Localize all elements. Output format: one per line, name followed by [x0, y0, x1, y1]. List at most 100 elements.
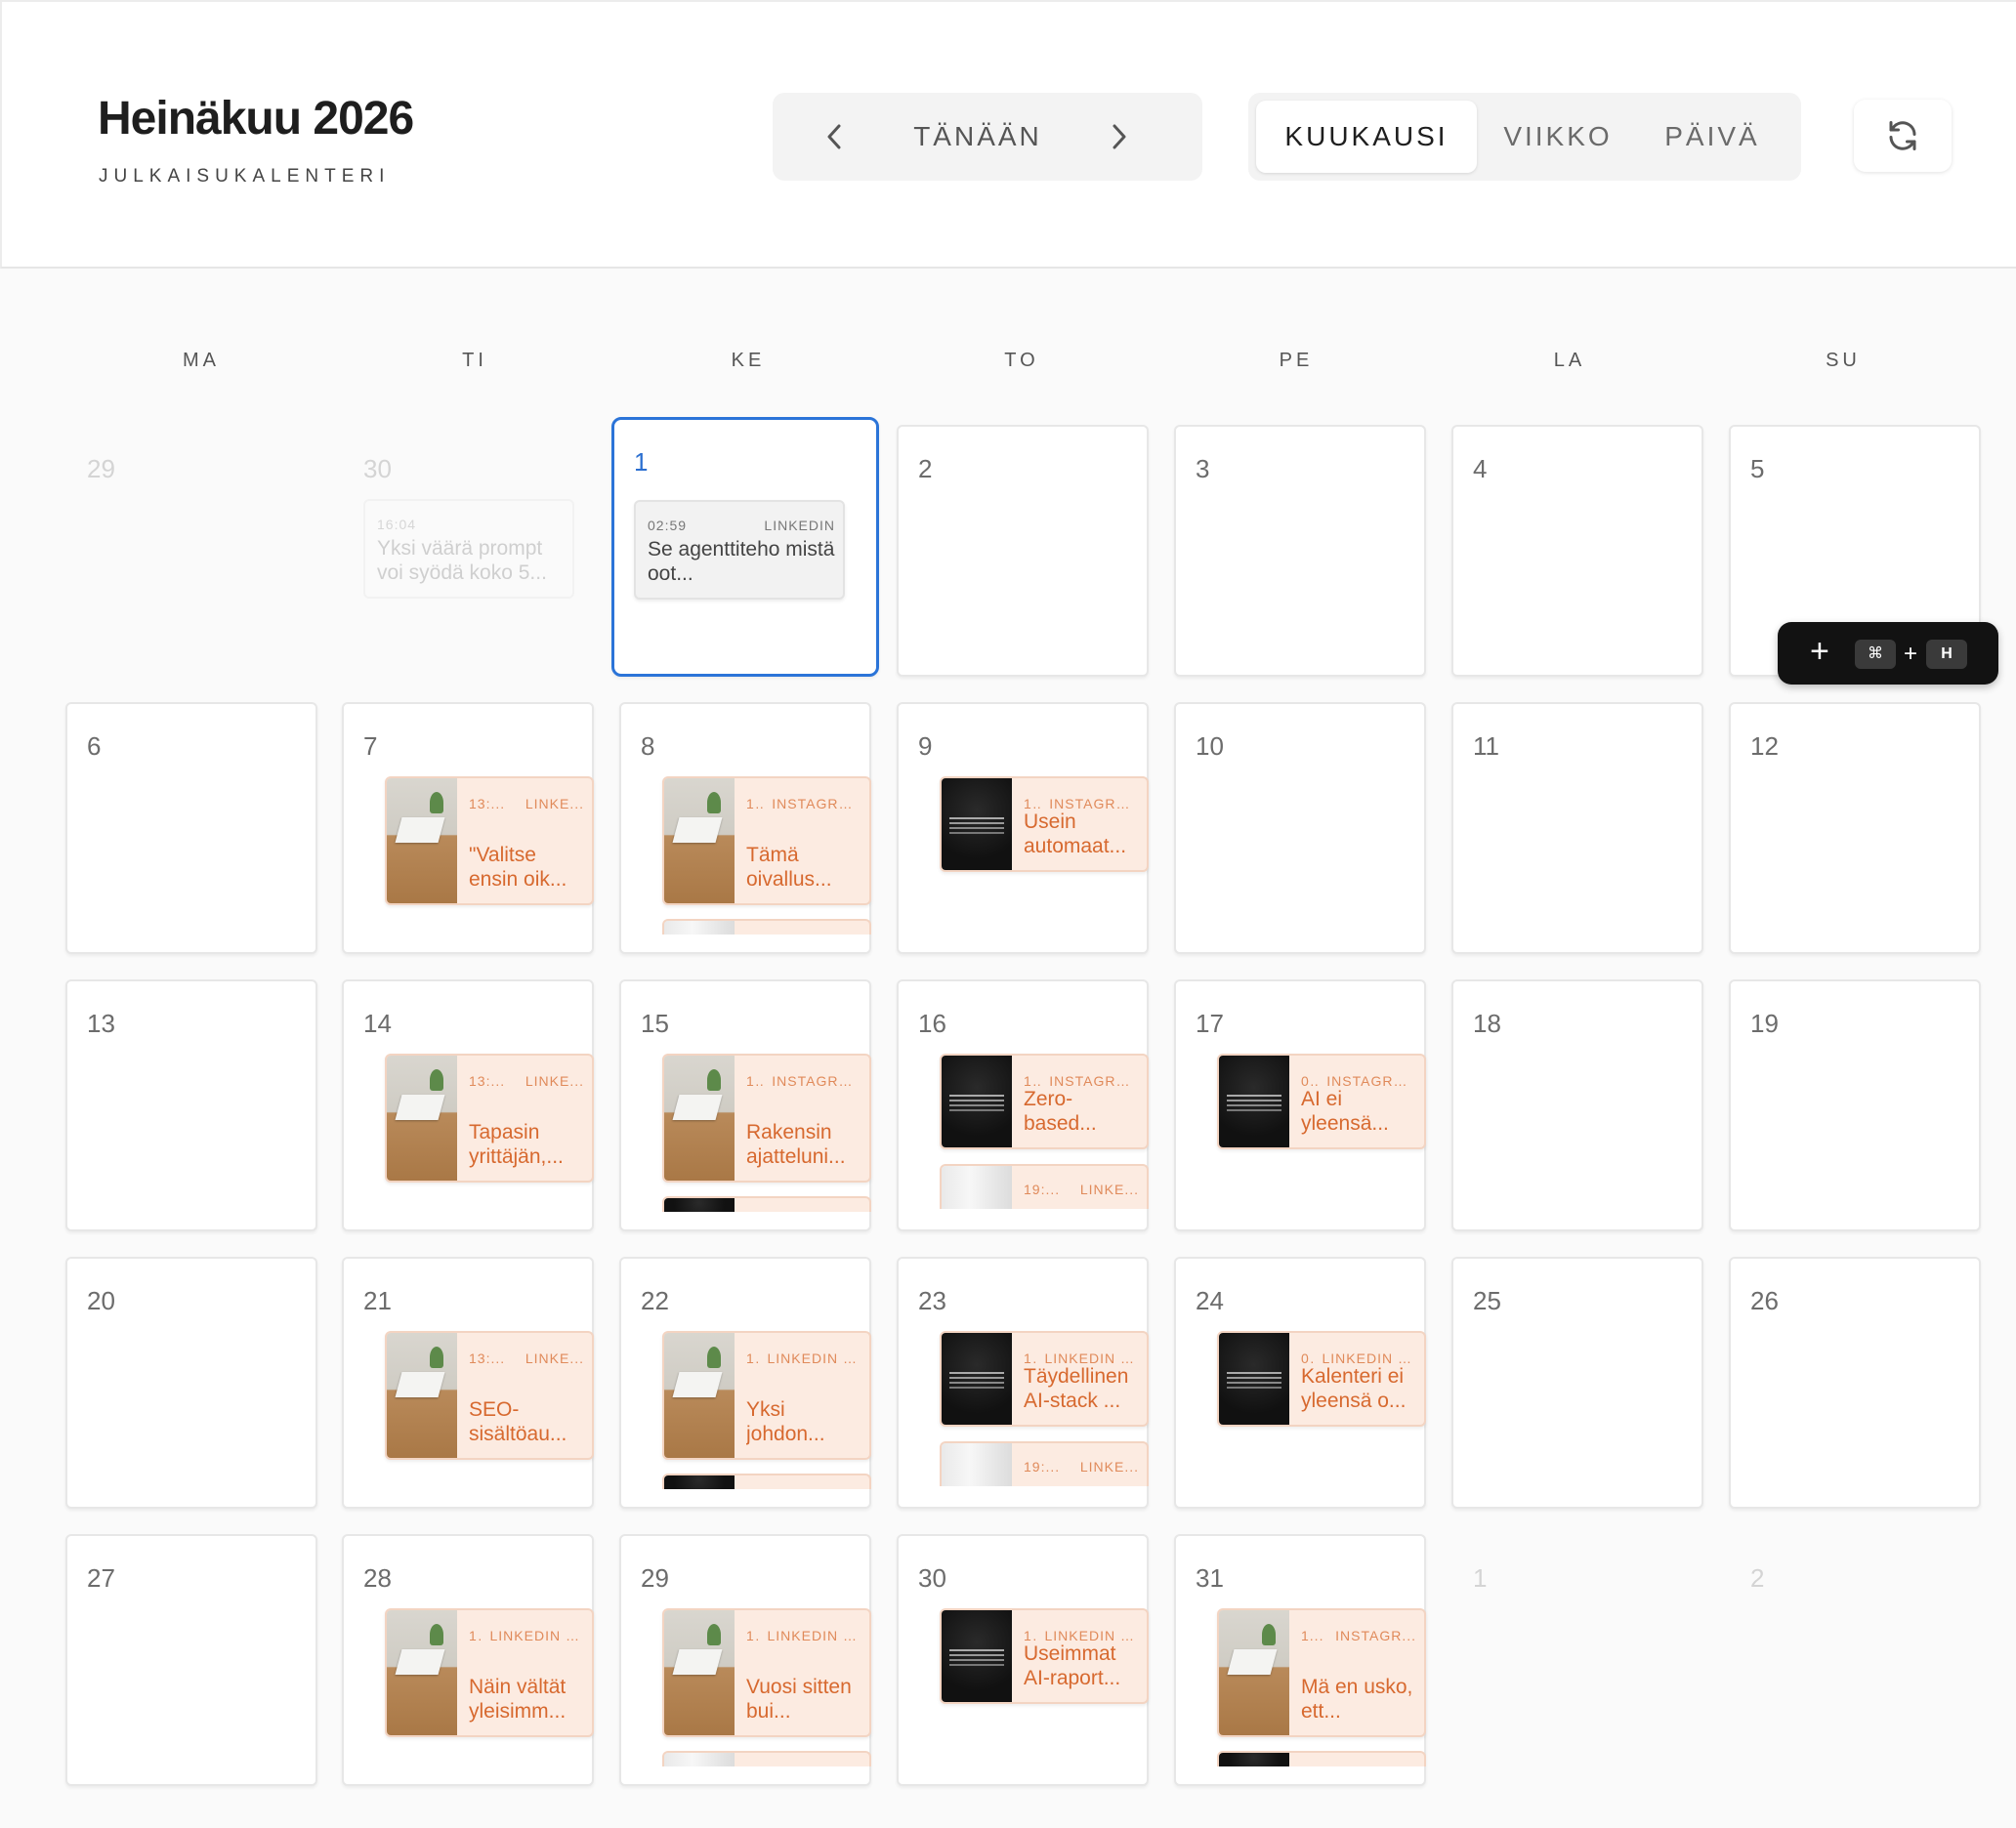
- day-number: 19: [1750, 1009, 1779, 1038]
- calendar-day-cell[interactable]: 31 1... INSTAGR... Mä en usko, ett...: [1174, 1534, 1426, 1786]
- post-event-card[interactable]: 1.. INSTAGRA... Zero-based...: [940, 1054, 1149, 1149]
- calendar-day-cell[interactable]: 2: [897, 425, 1149, 677]
- calendar-day-cell[interactable]: 8 1.. INSTAGRA... Tämä oivallus...: [619, 702, 871, 954]
- calendar-day-cell[interactable]: 12: [1729, 702, 1981, 954]
- calendar-day-cell[interactable]: 9 1.. INSTAGRA... Usein automaat...: [897, 702, 1149, 954]
- calendar-day-cell[interactable]: 27: [65, 1534, 317, 1786]
- day-number: 5: [1750, 454, 1765, 483]
- post-meta: 16:04: [377, 517, 565, 532]
- post-network: INSTAGRA...: [772, 1073, 861, 1089]
- weekday-label: TI: [462, 350, 487, 371]
- calendar-day-cell[interactable]: 16 1.. INSTAGRA... Zero-based... 19:... LINKE…: [897, 979, 1149, 1231]
- post-event-card[interactable]: 16:04 Yksi väärä prompt voi syödä koko 5.…: [363, 499, 574, 599]
- post-event-card[interactable]: 1. LINKEDIN -... Täydellinen AI-stack ...: [940, 1331, 1149, 1427]
- post-title: Kalenteri ei yleensä o...: [1301, 1365, 1407, 1412]
- calendar-day-cell[interactable]: 14 13:... LINKE... Tapasin yrittäjän,...: [342, 979, 594, 1231]
- post-meta: 1. LINKEDIN -...: [746, 1350, 861, 1366]
- calendar-day-cell[interactable]: 4: [1451, 425, 1703, 677]
- post-event-card[interactable]: 02:59 LINKEDIN Se agenttiteho mistä oot...: [634, 500, 845, 600]
- post-time: 13:...: [469, 1350, 506, 1366]
- add-post-shortcut-button[interactable]: + ⌘ + H: [1778, 622, 1998, 685]
- post-network: LINKE...: [525, 796, 584, 811]
- post-meta: 19:... LINKE...: [1024, 1459, 1139, 1475]
- calendar-day-cell[interactable]: 11: [1451, 702, 1703, 954]
- calendar-day-cell[interactable]: 25: [1451, 1257, 1703, 1509]
- post-title: Rakensin ajatteluni...: [746, 1121, 846, 1168]
- post-event-card[interactable]: 1. LINKEDIN -... Vuosi sitten bui...: [662, 1608, 871, 1737]
- post-event-card[interactable]: 1. LINKEDIN -... Useimmat AI-raport...: [940, 1608, 1149, 1704]
- post-event-card[interactable]: [1217, 1751, 1426, 1766]
- tab-day[interactable]: PÄIVÄ: [1639, 101, 1785, 173]
- calendar-day-cell[interactable]: 13: [65, 979, 317, 1231]
- calendar-day-cell[interactable]: 2: [1729, 1534, 1981, 1786]
- calendar-day-cell[interactable]: 10: [1174, 702, 1426, 954]
- post-event-card[interactable]: 13:... LINKE... Tapasin yrittäjän,...: [385, 1054, 594, 1183]
- post-event-card[interactable]: [662, 1474, 871, 1489]
- day-number: 10: [1196, 731, 1224, 761]
- post-thumbnail: [942, 1443, 1012, 1486]
- calendar-day-cell[interactable]: 15 1.. INSTAGRA... Rakensin ajatteluni...: [619, 979, 871, 1231]
- calendar-day-cell[interactable]: 30 16:04 Yksi väärä prompt voi syödä koko …: [342, 425, 594, 677]
- calendar-day-cell[interactable]: 24 0. LINKEDIN -... Kalenteri ei yleensä o.…: [1174, 1257, 1426, 1509]
- previous-month-button[interactable]: [812, 93, 857, 181]
- post-title: Tapasin yrittäjän,...: [469, 1121, 564, 1168]
- next-month-button[interactable]: [1097, 93, 1142, 181]
- calendar-day-cell[interactable]: 19: [1729, 979, 1981, 1231]
- post-meta: 13:... LINKE...: [469, 1350, 584, 1366]
- calendar-day-cell[interactable]: 28 1. LINKEDIN -... Näin vältät yleisimm...: [342, 1534, 594, 1786]
- refresh-button[interactable]: [1854, 100, 1952, 172]
- post-event-card[interactable]: 19:... LINKE...: [940, 1441, 1149, 1486]
- post-event-card[interactable]: 1. LINKEDIN -... Näin vältät yleisimm...: [385, 1608, 594, 1737]
- post-meta: 02:59 LINKEDIN: [648, 518, 835, 533]
- post-event-card[interactable]: 19:... LINKE...: [940, 1164, 1149, 1209]
- calendar-day-cell[interactable]: 20: [65, 1257, 317, 1509]
- post-event-card[interactable]: 1.. INSTAGRA... Rakensin ajatteluni...: [662, 1054, 871, 1183]
- post-event-card[interactable]: [662, 1196, 871, 1212]
- post-network: LINKE...: [525, 1350, 584, 1366]
- post-event-card[interactable]: 1.. INSTAGRA... Tämä oivallus...: [662, 776, 871, 905]
- post-event-card[interactable]: 13:... LINKE... "Valitse ensin oik...: [385, 776, 594, 905]
- day-number: 8: [641, 731, 655, 761]
- calendar-day-cell-today[interactable]: 1 02:59 LINKEDIN Se agenttiteho mistä oot..…: [611, 417, 879, 677]
- post-time: 1..: [746, 796, 765, 811]
- calendar-app: Heinäkuu 2026 JULKAISUKALENTERI TÄNÄÄN K…: [0, 0, 2016, 1828]
- day-number: 30: [918, 1563, 946, 1593]
- calendar-day-cell[interactable]: 22 1. LINKEDIN -... Yksi johdon...: [619, 1257, 871, 1509]
- post-title: SEO-sisältöau...: [469, 1398, 567, 1445]
- post-time: 1.: [746, 1628, 760, 1643]
- post-title: Zero-based...: [1024, 1088, 1097, 1135]
- post-time: 1.: [746, 1350, 760, 1366]
- view-switcher: KUUKAUSI VIIKKO PÄIVÄ: [1248, 93, 1801, 181]
- post-time: 1..: [746, 1073, 765, 1089]
- calendar-day-cell[interactable]: 29: [65, 425, 317, 677]
- calendar-day-cell[interactable]: 29 1. LINKEDIN -... Vuosi sitten bui...: [619, 1534, 871, 1786]
- post-thumbnail: [387, 778, 457, 903]
- post-title: AI ei yleensä...: [1301, 1088, 1389, 1135]
- post-event-card[interactable]: 13:... LINKE... SEO-sisältöau...: [385, 1331, 594, 1460]
- post-thumbnail: [664, 1475, 735, 1489]
- tab-month[interactable]: KUUKAUSI: [1256, 101, 1477, 173]
- calendar-day-cell[interactable]: 3: [1174, 425, 1426, 677]
- post-event-card[interactable]: [662, 1751, 871, 1766]
- calendar-day-cell[interactable]: 23 1. LINKEDIN -... Täydellinen AI-stack ..…: [897, 1257, 1149, 1509]
- calendar-day-cell[interactable]: 26: [1729, 1257, 1981, 1509]
- post-event-card[interactable]: 0. LINKEDIN -... Kalenteri ei yleensä o...: [1217, 1331, 1426, 1427]
- post-event-card[interactable]: 1. LINKEDIN -... Yksi johdon...: [662, 1331, 871, 1460]
- calendar-day-cell[interactable]: 17 0.. INSTAGRA... AI ei yleensä...: [1174, 979, 1426, 1231]
- post-thumbnail: [1219, 1056, 1289, 1147]
- calendar-day-cell[interactable]: 18: [1451, 979, 1703, 1231]
- post-event-card[interactable]: [662, 919, 871, 935]
- post-event-card[interactable]: 1... INSTAGR... Mä en usko, ett...: [1217, 1608, 1426, 1737]
- calendar-day-cell[interactable]: 7 13:... LINKE... "Valitse ensin oik...: [342, 702, 594, 954]
- calendar-day-cell[interactable]: 1: [1451, 1534, 1703, 1786]
- calendar-day-cell[interactable]: 30 1. LINKEDIN -... Useimmat AI-raport...: [897, 1534, 1149, 1786]
- post-thumbnail: [942, 1056, 1012, 1147]
- post-event-card[interactable]: 0.. INSTAGRA... AI ei yleensä...: [1217, 1054, 1426, 1149]
- weekday-label: PE: [1279, 350, 1314, 371]
- today-button[interactable]: TÄNÄÄN: [890, 93, 1066, 181]
- weekday-label: SU: [1826, 350, 1861, 371]
- post-event-card[interactable]: 1.. INSTAGRA... Usein automaat...: [940, 776, 1149, 872]
- calendar-day-cell[interactable]: 21 13:... LINKE... SEO-sisältöau...: [342, 1257, 594, 1509]
- calendar-day-cell[interactable]: 6: [65, 702, 317, 954]
- tab-week[interactable]: VIIKKO: [1485, 101, 1631, 173]
